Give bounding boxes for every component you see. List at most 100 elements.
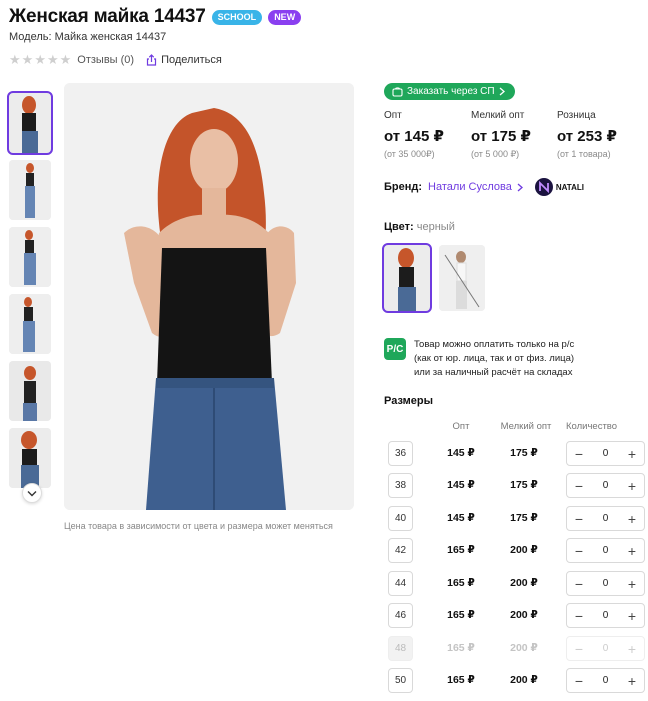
quantity-stepper: − 0 + [566, 506, 645, 531]
thumbnails-next-button[interactable] [22, 483, 42, 503]
thumbnail[interactable] [9, 361, 51, 421]
size-row-unavailable: 48 165 ₽ 200 ₽ − 0 + [388, 636, 646, 662]
brand-link[interactable]: Натали Суслова [428, 181, 512, 193]
opt-price: 145 ₽ [447, 512, 475, 524]
small-opt-price: 175 ₽ [510, 512, 538, 524]
increase-button[interactable]: + [626, 609, 638, 623]
opt-price: 165 ₽ [447, 642, 475, 654]
price-value: от 145 ₽ [384, 128, 444, 145]
price-label: Розница [557, 110, 596, 121]
size-label: 40 [388, 506, 413, 531]
quantity-stepper: − 0 + [566, 571, 645, 596]
price-min: (от 35 000₽) [384, 149, 435, 159]
small-opt-price: 200 ₽ [510, 544, 538, 556]
rating-stars[interactable]: ★ ★ ★ ★ ★ [9, 53, 71, 66]
increase-button[interactable]: + [626, 447, 638, 461]
thumbnail[interactable] [9, 227, 51, 287]
title-row: Женская майка 14437 SCHOOL NEW [9, 6, 302, 28]
price-value: от 175 ₽ [471, 128, 531, 145]
quantity-stepper: − 0 + [566, 668, 645, 693]
decrease-button: − [574, 640, 584, 657]
header-opt: Опт [452, 421, 470, 432]
thumbnail[interactable] [9, 160, 51, 220]
share-button[interactable]: Поделиться [146, 54, 222, 66]
main-product-image[interactable] [64, 83, 354, 510]
thumbnail[interactable] [9, 428, 51, 488]
thumbnail[interactable] [9, 294, 51, 354]
opt-price: 165 ₽ [447, 609, 475, 621]
increase-button[interactable]: + [626, 512, 638, 526]
color-swatch-other[interactable] [439, 245, 485, 311]
opt-price: 165 ₽ [447, 577, 475, 589]
share-icon [146, 53, 157, 66]
chevron-right-icon [517, 183, 523, 191]
page-title: Женская майка 14437 [9, 6, 206, 27]
size-label: 50 [388, 668, 413, 693]
brand-logo-text: NATALI [555, 182, 584, 192]
increase-button[interactable]: + [626, 479, 638, 493]
chevron-right-icon [499, 87, 505, 96]
small-opt-price: 200 ₽ [510, 642, 538, 654]
reviews-link[interactable]: Отзывы (0) [77, 54, 134, 66]
quantity-value[interactable]: 0 [603, 480, 609, 491]
price-label: Опт [384, 110, 402, 121]
quantity-stepper: − 0 + [566, 473, 645, 498]
chevron-down-icon [27, 490, 37, 496]
brand-row: Бренд: Натали Суслова NATALI [384, 178, 584, 196]
header-small-opt: Мелкий опт [500, 421, 552, 432]
size-label: 48 [388, 636, 413, 661]
increase-button[interactable]: + [626, 577, 638, 591]
quantity-value[interactable]: 0 [603, 610, 609, 621]
payment-text: Товар можно оплатить только на р/с (как … [414, 338, 574, 380]
price-min: (от 1 товара) [557, 149, 611, 159]
price-retail: Розница от 253 ₽ (от 1 товара) [557, 110, 617, 159]
quantity-value[interactable]: 0 [603, 545, 609, 556]
opt-price: 145 ₽ [447, 447, 475, 459]
color-swatch-black[interactable] [382, 243, 432, 313]
model-name: Модель: Майка женская 14437 [9, 31, 167, 43]
decrease-button[interactable]: − [573, 544, 585, 558]
bank-account-icon: Р/С [384, 338, 406, 360]
increase-button[interactable]: + [626, 544, 638, 558]
price-label: Мелкий опт [471, 110, 525, 121]
color-row: Цвет: черный [384, 221, 455, 233]
price-opt: Опт от 145 ₽ (от 35 000₽) [384, 110, 444, 160]
brand-logo[interactable]: NATALI [534, 178, 584, 196]
quantity-value[interactable]: 0 [603, 513, 609, 524]
small-opt-price: 200 ₽ [510, 609, 538, 621]
share-label: Поделиться [161, 53, 222, 66]
decrease-button[interactable]: − [573, 512, 585, 526]
sizes-title: Размеры [384, 395, 434, 407]
increase-button[interactable]: + [626, 674, 638, 688]
price-note: Цена товара в зависимости от цвета и раз… [64, 521, 333, 531]
payment-line: (как от юр. лица, так и от физ. лица) [414, 353, 575, 364]
star-icon: ★ [21, 52, 34, 67]
quantity-value[interactable]: 0 [603, 578, 609, 589]
school-badge: SCHOOL [211, 9, 263, 25]
size-row: 46 165 ₽ 200 ₽ − 0 + [388, 603, 646, 629]
size-label: 38 [388, 473, 413, 498]
decrease-button[interactable]: − [573, 577, 585, 591]
star-icon: ★ [9, 52, 21, 67]
size-label: 46 [388, 603, 413, 628]
increase-button: + [627, 640, 637, 657]
thumbnail[interactable] [7, 91, 53, 155]
quantity-value[interactable]: 0 [603, 675, 609, 686]
color-label: Цвет: [384, 221, 414, 233]
star-icon: ★ [59, 52, 72, 67]
small-opt-price: 175 ₽ [510, 479, 538, 491]
size-label: 44 [388, 571, 413, 596]
decrease-button[interactable]: − [573, 674, 585, 688]
decrease-button[interactable]: − [573, 479, 585, 493]
opt-price: 145 ₽ [447, 479, 475, 491]
small-opt-price: 200 ₽ [510, 577, 538, 589]
order-sp-button[interactable]: Заказать через СП [384, 83, 515, 100]
quantity-stepper: − 0 + [566, 636, 645, 661]
color-value: черный [416, 221, 455, 233]
size-row: 38 145 ₽ 175 ₽ − 0 + [388, 473, 646, 499]
quantity-value[interactable]: 0 [603, 448, 609, 459]
decrease-button[interactable]: − [573, 447, 585, 461]
decrease-button[interactable]: − [573, 609, 585, 623]
payment-line: или за наличный расчёт на складах [414, 367, 573, 378]
size-row: 40 145 ₽ 175 ₽ − 0 + [388, 506, 646, 532]
